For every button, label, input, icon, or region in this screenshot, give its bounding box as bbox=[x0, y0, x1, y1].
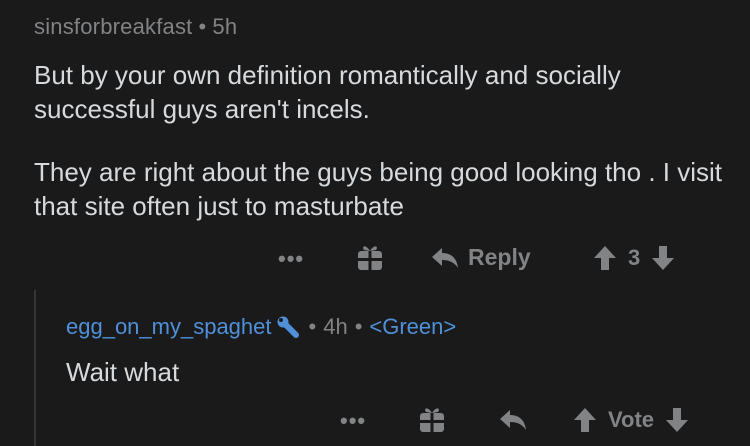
reply-meta: egg_on_my_spaghet • 4h • <Green> bbox=[66, 314, 456, 340]
user-flair: <Green> bbox=[369, 314, 457, 339]
gift-icon bbox=[358, 246, 382, 270]
award-button[interactable] bbox=[418, 404, 446, 434]
reply-action-bar: ••• Vote bbox=[0, 402, 750, 442]
meta-separator: • bbox=[308, 314, 317, 339]
vote-controls: Vote bbox=[572, 406, 690, 434]
comment-age: 5h bbox=[212, 14, 238, 39]
downvote-arrow-icon[interactable] bbox=[650, 244, 676, 272]
reply-age: 4h bbox=[323, 314, 348, 339]
vote-label: Vote bbox=[608, 407, 655, 432]
reply-arrow-icon bbox=[432, 247, 458, 268]
comment-meta: sinsforbreakfast • 5h bbox=[34, 14, 237, 40]
vote-controls: 3 bbox=[592, 244, 676, 272]
reply-arrow-icon bbox=[500, 410, 526, 430]
wrench-icon bbox=[277, 316, 299, 338]
vote-score: 3 bbox=[628, 245, 641, 270]
downvote-arrow-icon[interactable] bbox=[664, 406, 690, 434]
reply-text: Wait what bbox=[66, 357, 180, 387]
comment-paragraph: They are right about the guys being good… bbox=[34, 157, 722, 221]
comment-action-bar: ••• Reply 3 bbox=[0, 240, 750, 280]
upvote-arrow-icon[interactable] bbox=[592, 244, 618, 272]
reply-button[interactable] bbox=[498, 408, 528, 432]
meta-separator: • bbox=[354, 314, 363, 339]
reply-label: Reply bbox=[468, 244, 531, 270]
meta-separator: • bbox=[198, 14, 207, 39]
upvote-arrow-icon[interactable] bbox=[572, 406, 598, 434]
reply-button[interactable]: Reply bbox=[430, 244, 531, 271]
gift-icon bbox=[420, 408, 444, 432]
award-button[interactable] bbox=[356, 242, 384, 272]
comment-paragraph: But by your own definition romantically … bbox=[34, 60, 621, 124]
more-options-button[interactable]: ••• bbox=[278, 246, 304, 272]
comment-username[interactable]: sinsforbreakfast bbox=[34, 14, 193, 39]
reply-username[interactable]: egg_on_my_spaghet bbox=[66, 314, 272, 340]
more-options-button[interactable]: ••• bbox=[340, 408, 366, 434]
